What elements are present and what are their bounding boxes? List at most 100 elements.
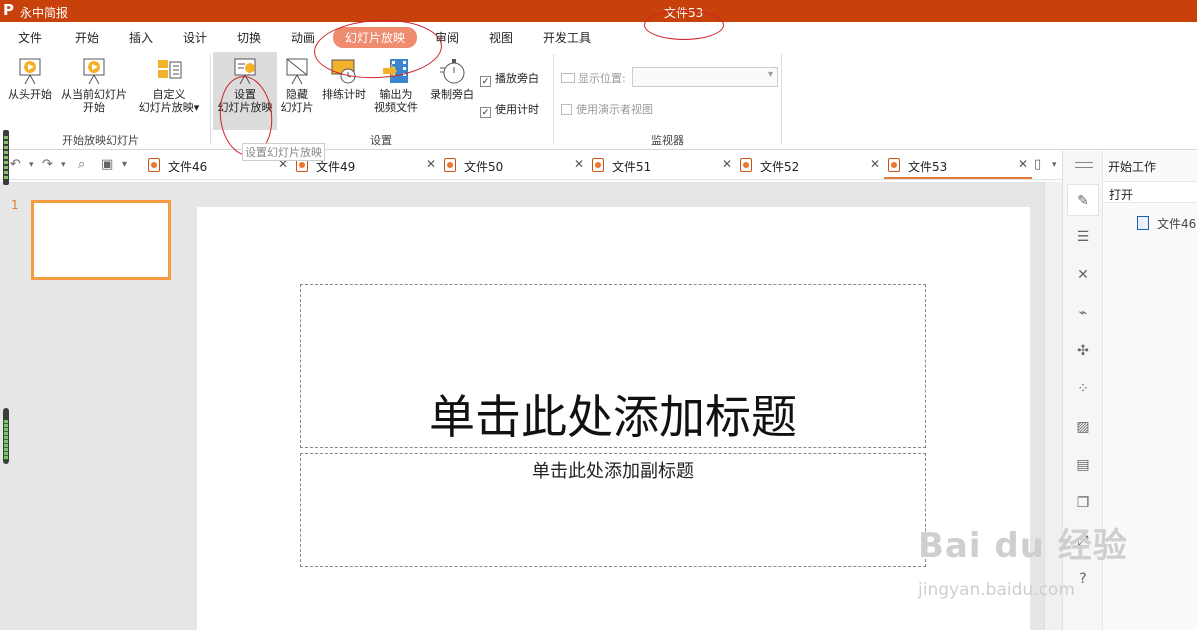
help-icon[interactable]: ? xyxy=(1073,569,1093,589)
presentation-file-icon xyxy=(740,158,752,172)
open-section[interactable]: 打开 xyxy=(1103,181,1197,203)
from-start-button[interactable]: 从头开始 xyxy=(4,56,56,101)
app-logo-icon: P xyxy=(3,1,14,19)
record-narration-button[interactable]: 录制旁白 xyxy=(426,56,478,101)
menu-icon[interactable] xyxy=(1075,162,1093,168)
setup-slideshow-button[interactable]: 设置 幻灯片放映 xyxy=(213,52,277,130)
redo-dropdown-icon[interactable]: ▾ xyxy=(61,160,66,170)
undo-icon[interactable]: ↶ xyxy=(10,157,21,172)
document-title: 文件53 xyxy=(664,6,704,20)
record-label: 录制旁白 xyxy=(430,88,474,101)
group-divider xyxy=(210,54,211,144)
open-section-label: 打开 xyxy=(1109,188,1134,202)
group-divider xyxy=(781,54,782,144)
display-position-label: 显示位置: xyxy=(561,70,626,86)
title-bar: P 永中简报 文件53 xyxy=(0,0,1197,22)
export-video-button[interactable]: 输出为 视频文件 xyxy=(370,56,422,114)
brush-icon[interactable]: ⌁ xyxy=(1073,303,1093,323)
display-position-select[interactable] xyxy=(632,67,778,87)
custom-label-1: 自定义 xyxy=(152,88,186,101)
tab-animations[interactable]: 动画 xyxy=(291,29,315,46)
tab-transitions[interactable]: 切换 xyxy=(237,29,261,46)
slide-thumbnail[interactable] xyxy=(31,200,171,280)
tab-design[interactable]: 设计 xyxy=(183,29,207,46)
pencil-icon[interactable]: ✎ xyxy=(1067,184,1099,216)
projector-play-icon xyxy=(19,58,41,85)
presentation-file-icon xyxy=(592,158,604,172)
play-narration-checkbox[interactable]: ✓ 播放旁白 xyxy=(480,70,539,87)
clipboard-icon[interactable]: ▤ xyxy=(1073,455,1093,475)
task-pane-title: 开始工作 xyxy=(1108,160,1157,174)
slide-number: 1 xyxy=(11,198,19,212)
rehearse-timer-icon xyxy=(331,59,356,84)
dropdown-arrow-icon: ▾ xyxy=(193,101,200,114)
doc-tab[interactable]: 文件51 ✕ xyxy=(588,151,736,179)
level-meter-indicator xyxy=(3,130,9,185)
doc-tab[interactable]: 文件52 ✕ xyxy=(736,151,884,179)
document-tab-strip: ↶ ▾ ↷ ▾ ⌕ ▣ ▾ 文件46 ✕ 文件49 ✕ 文件50 ✕ 文件51 … xyxy=(0,151,1062,180)
from-current-label-2: 开始 xyxy=(83,101,105,114)
print-preview-icon[interactable]: ⌕ xyxy=(78,157,85,172)
ribbon: 从头开始 从当前幻灯片 开始 自定义 幻灯片放映▾ 开始放映幻灯片 设置 幻灯片… xyxy=(0,50,1197,150)
rehearse-timings-button[interactable]: 排练计时 xyxy=(318,56,370,101)
custom-label-2: 幻灯片放映▾ xyxy=(138,101,200,114)
close-icon[interactable]: ✕ xyxy=(574,157,584,171)
start-group-label: 开始放映幻灯片 xyxy=(62,134,139,147)
save-icon[interactable]: ▣ xyxy=(101,157,113,172)
close-icon[interactable]: ✕ xyxy=(870,157,880,171)
export-video-icon xyxy=(383,59,408,83)
tab-review[interactable]: 审阅 xyxy=(435,29,459,46)
doc-tab[interactable]: 文件50 ✕ xyxy=(440,151,588,179)
presentation-file-icon xyxy=(888,158,900,172)
new-document-dropdown-icon[interactable]: ▾ xyxy=(1052,160,1057,170)
checkbox-checked-icon: ✓ xyxy=(480,107,491,118)
tools-icon[interactable]: ✕ xyxy=(1073,265,1093,285)
copy-icon[interactable]: ❐ xyxy=(1073,493,1093,513)
tab-developer[interactable]: 开发工具 xyxy=(543,29,591,46)
level-meter-indicator xyxy=(3,408,9,464)
checkbox-unchecked-icon xyxy=(561,104,572,115)
menu-tabs: 文件 开始 插入 设计 切换 动画 幻灯片放映 审阅 视图 开发工具 xyxy=(0,22,1197,50)
custom-show-icon xyxy=(158,60,182,79)
watermark-url: jingyan.baidu.com xyxy=(918,580,1075,600)
recent-file-item[interactable]: 文件46 xyxy=(1137,215,1196,232)
image-icon[interactable]: ▨ xyxy=(1073,417,1093,437)
slide-thumbnail-pane: 1 xyxy=(0,182,182,630)
close-icon[interactable]: ✕ xyxy=(722,157,732,171)
use-timing-checkbox[interactable]: ✓ 使用计时 xyxy=(480,101,539,118)
play-narration-label: 播放旁白 xyxy=(495,72,539,85)
projector-current-icon xyxy=(83,58,105,85)
presenter-view-label: 使用演示者视图 xyxy=(576,103,653,116)
title-placeholder[interactable]: 单击此处添加标题 xyxy=(300,284,926,448)
doc-tab-active[interactable]: 文件53 ✕ xyxy=(884,151,1032,179)
slide-canvas: 单击此处添加标题 单击此处添加副标题 xyxy=(182,182,1044,630)
setup-show-icon xyxy=(234,58,256,85)
tab-view[interactable]: 视图 xyxy=(489,29,513,46)
tab-file[interactable]: 文件 xyxy=(18,29,42,46)
undo-dropdown-icon[interactable]: ▾ xyxy=(29,160,34,170)
hide-slide-button[interactable]: 隐藏 幻灯片 xyxy=(278,56,316,114)
close-icon[interactable]: ✕ xyxy=(426,157,436,171)
presenter-view-checkbox[interactable]: 使用演示者视图 xyxy=(561,101,653,117)
title-placeholder-text: 单击此处添加标题 xyxy=(429,390,797,444)
presentation-file-icon xyxy=(444,158,456,172)
close-icon[interactable]: ✕ xyxy=(1018,157,1028,171)
export-label-1: 输出为 xyxy=(379,88,413,101)
customize-toolbar-icon[interactable]: ▾ xyxy=(122,159,127,170)
shapes-icon[interactable]: ⁘ xyxy=(1073,379,1093,399)
custom-slideshow-button[interactable]: 自定义 幻灯片放映▾ xyxy=(132,56,206,114)
tab-slideshow[interactable]: 幻灯片放映 xyxy=(333,27,418,48)
tab-insert[interactable]: 插入 xyxy=(129,29,153,46)
pinwheel-icon[interactable]: ✣ xyxy=(1073,341,1093,361)
tab-home[interactable]: 开始 xyxy=(75,29,99,46)
presentation-file-icon xyxy=(148,158,160,172)
subtitle-placeholder[interactable]: 单击此处添加副标题 xyxy=(300,453,926,567)
from-current-button[interactable]: 从当前幻灯片 开始 xyxy=(56,56,132,114)
sliders-icon[interactable]: ☰ xyxy=(1073,227,1093,247)
setup-group-label: 设置 xyxy=(370,134,392,147)
doc-tab-label: 文件46 xyxy=(168,160,208,174)
redo-icon[interactable]: ↷ xyxy=(42,157,53,172)
from-current-label-1: 从当前幻灯片 xyxy=(61,88,127,101)
group-divider xyxy=(553,54,554,144)
new-document-icon[interactable]: ▯ xyxy=(1034,157,1041,172)
